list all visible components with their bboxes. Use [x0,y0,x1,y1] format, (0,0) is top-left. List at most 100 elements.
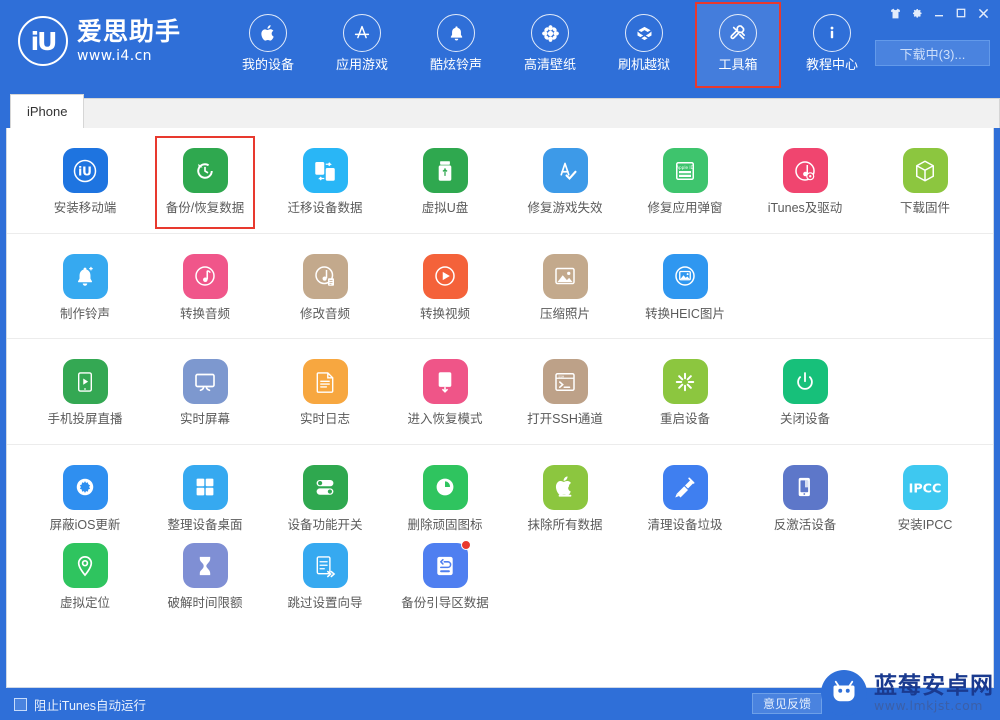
minimize-icon[interactable] [929,4,949,22]
tool-edit-audio[interactable]: 修改音频 [265,250,385,329]
tool-label: 手机投屏直播 [47,412,123,426]
tool-virtual-usb[interactable]: 虚拟U盘 [385,144,505,223]
tool-itunes-driver[interactable]: iTunes及驱动 [745,144,865,223]
tool-convert-audio[interactable]: 转换音频 [145,250,265,329]
migrate-device-icon [302,148,348,193]
tool-label: 转换HEIC图片 [645,306,725,321]
tool-recovery-mode[interactable]: 进入恢复模式 [385,355,505,434]
tool-fix-game[interactable]: 修复游戏失效 [505,144,625,223]
tool-row: iU 安装移动端 备份/恢复数据 迁移设备数据 虚拟U盘 修复游戏失效 Appl… [7,136,993,228]
time-limit-icon [182,543,228,588]
tool-compress-photo[interactable]: 压缩照片 [505,250,625,329]
tool-live-log[interactable]: 实时日志 [265,355,385,434]
tool-label: 实时日志 [299,412,350,426]
nav-item-toolbox[interactable]: 工具箱 [691,2,785,88]
device-tabstrip: iPhone [0,88,1000,128]
i4-app-icon: iU [62,148,108,193]
tool-label: 跳过设置向导 [287,596,363,610]
tool-label: 关闭设备 [779,412,830,426]
tool-install-mobile[interactable]: iU 安装移动端 [25,144,145,223]
edit-audio-icon [302,253,348,299]
tool-label: 虚拟U盘 [421,201,469,215]
tool-backup-restore[interactable]: 备份/恢复数据 [145,136,265,228]
tool-ssh-tunnel[interactable]: SSH 打开SSH通道 [505,355,625,434]
tool-delete-stubborn-icon[interactable]: 删除顽固图标 [385,461,505,540]
tool-time-limit[interactable]: 破解时间限额 [145,539,265,618]
brand-url: www.i4.cn [77,47,152,64]
tool-download-firmware[interactable]: 下载固件 [865,144,985,223]
virtual-location-icon [62,543,108,588]
tool-erase-all-data[interactable]: 抹除所有数据 [505,461,625,540]
tabstrip-filler [84,98,1000,128]
tool-label: 抹除所有数据 [527,517,603,532]
block-itunes-checkbox[interactable]: 阻止iTunes自动运行 [14,695,146,714]
nav-label: 我的设备 [242,57,295,72]
tool-skip-setup[interactable]: 跳过设置向导 [265,539,385,618]
bell-icon [437,14,476,52]
checkbox-label: 阻止iTunes自动运行 [34,698,147,713]
brand-text: 爱思助手 www.i4.cn [77,17,182,64]
nav-item-my-device[interactable]: 我的设备 [221,10,315,80]
tool-organize-desktop[interactable]: 整理设备桌面 [145,461,265,540]
fix-game-icon [542,148,588,193]
tool-label: 破解时间限额 [167,596,243,610]
tool-make-ringtone[interactable]: 制作铃声 [25,250,145,329]
nav-label: 应用游戏 [336,57,389,72]
tool-label: 删除顽固图标 [407,517,483,532]
tool-label: 下载固件 [899,201,950,215]
tool-migrate-device[interactable]: 迁移设备数据 [265,144,385,223]
tool-power-off[interactable]: 关闭设备 [745,355,865,434]
appstore-icon [343,14,382,52]
nav-item-apps-games[interactable]: 应用游戏 [315,10,409,80]
compress-photo-icon [542,253,588,299]
feedback-button[interactable]: 意见反馈 [751,693,822,714]
backup-restore-icon [182,148,228,193]
main-nav: 我的设备 应用游戏 酷炫铃声 高清壁纸 刷机越狱 工具箱 教程中心 [221,2,879,88]
organize-desktop-icon [182,464,228,510]
nav-item-ringtones[interactable]: 酷炫铃声 [409,10,503,80]
block-ios-update-icon [62,464,108,510]
tool-label: 安装IPCC [897,517,953,532]
new-badge [460,540,471,550]
nav-item-flash-jailbreak[interactable]: 刷机越狱 [597,10,691,80]
app-header: iU 爱思助手 www.i4.cn 我的设备 应用游戏 酷炫铃声 高清壁纸 刷机… [0,0,1000,88]
window-controls [885,4,993,22]
tool-label: 进入恢复模式 [407,412,483,426]
tool-fix-app-popup[interactable]: Apple ID 修复应用弹窗 [625,144,745,223]
tool-backup-boot-data[interactable]: 备份引导区数据 [385,539,505,618]
tool-convert-video[interactable]: 转换视频 [385,250,505,329]
tool-install-ipcc[interactable]: IPCC 安装IPCC [865,461,985,540]
nav-item-wallpapers[interactable]: 高清壁纸 [503,10,597,80]
tool-feature-toggle[interactable]: 设备功能开关 [265,461,385,540]
tool-label: 备份引导区数据 [401,596,489,610]
tab-iphone[interactable]: iPhone [10,94,85,128]
maximize-icon[interactable] [951,4,971,22]
tool-virtual-location[interactable]: 虚拟定位 [25,539,145,618]
tool-live-screen[interactable]: 实时屏幕 [145,355,265,434]
info-icon [813,14,852,52]
download-status-button[interactable]: 下载中(3)... [875,40,990,66]
gear-icon[interactable] [907,4,927,22]
tool-row: 制作铃声 转换音频 修改音频 转换视频 压缩照片 转换HEIC图片 [7,250,993,329]
checkbox-box[interactable] [14,697,27,711]
brand-title: 爱思助手 [77,17,182,46]
tool-deactivate-device[interactable]: 反激活设备 [745,461,865,540]
tool-convert-heic[interactable]: 转换HEIC图片 [625,250,745,329]
tool-clean-junk[interactable]: 清理设备垃圾 [625,461,745,540]
close-icon[interactable] [973,4,993,22]
ssh-tunnel-icon: SSH [542,359,588,404]
skip-setup-icon [302,543,348,588]
app-window: iU 爱思助手 www.i4.cn 我的设备 应用游戏 酷炫铃声 高清壁纸 刷机… [0,0,1000,720]
skin-icon[interactable] [885,4,905,22]
convert-video-icon [422,253,468,299]
tool-row: 屏蔽iOS更新 整理设备桌面 设备功能开关 删除顽固图标 抹除所有数据 清理设备… [7,461,993,618]
tool-group-1: iU 安装移动端 备份/恢复数据 迁移设备数据 虚拟U盘 修复游戏失效 Appl… [7,128,993,234]
tool-block-ios-update[interactable]: 屏蔽iOS更新 [25,461,145,540]
tool-group-2: 制作铃声 转换音频 修改音频 转换视频 压缩照片 转换HEIC图片 [7,234,993,339]
tool-restart-device[interactable]: 重启设备 [625,355,745,434]
tool-screen-cast[interactable]: 手机投屏直播 [25,355,145,434]
restart-device-icon [662,359,708,404]
nav-item-tutorials[interactable]: 教程中心 [785,10,879,80]
live-screen-icon [182,359,228,404]
tool-label: 修复游戏失效 [527,201,603,215]
